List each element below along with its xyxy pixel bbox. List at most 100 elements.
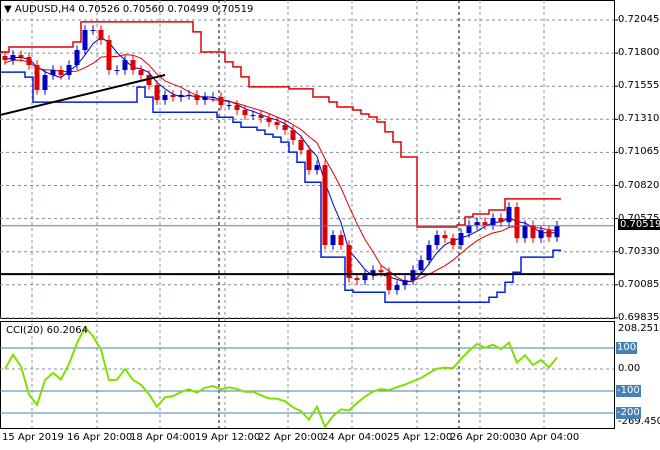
candle-body xyxy=(546,230,552,238)
candle-body xyxy=(210,96,216,98)
symbol-label: AUDUSD,H4 xyxy=(14,4,76,15)
candle-body xyxy=(258,115,264,119)
time-axis-label: 26 Apr 20:00 xyxy=(450,432,516,443)
time-axis-label: 22 Apr 20:00 xyxy=(258,432,324,443)
candle-body xyxy=(250,115,256,117)
candle-body xyxy=(418,260,424,271)
price-axis-label: 0.71555 xyxy=(618,80,660,92)
price-axis-label: 0.70085 xyxy=(618,278,660,290)
candle-body xyxy=(314,165,320,171)
candle-body xyxy=(498,218,504,223)
candle-body xyxy=(322,165,328,246)
candle-body xyxy=(426,245,432,261)
candle-body xyxy=(490,218,496,226)
candle-body xyxy=(274,122,280,126)
candle-body xyxy=(26,57,32,66)
candle-body xyxy=(354,278,360,281)
candle-body xyxy=(266,118,272,123)
candle-body xyxy=(154,84,160,101)
candle-body xyxy=(290,130,296,141)
candle-body xyxy=(58,70,64,76)
candle-body xyxy=(482,222,488,226)
time-axis-label: 30 Apr 04:00 xyxy=(514,432,580,443)
candle-body xyxy=(18,55,24,58)
dropdown-triangle-icon[interactable]: ▼ xyxy=(4,4,12,15)
candle-body xyxy=(218,96,224,106)
candle-body xyxy=(506,207,512,223)
candle-body xyxy=(130,60,136,71)
lower-channel-line xyxy=(1,71,561,303)
candle-body xyxy=(434,235,440,246)
candle-body xyxy=(138,70,144,76)
low-value: 0.70499 xyxy=(167,4,209,15)
candle-body xyxy=(170,94,176,97)
time-axis-label: 16 Apr 20:00 xyxy=(67,432,133,443)
candle-body xyxy=(178,94,184,97)
candle-body xyxy=(34,65,40,90)
cci-max-label: 208.2516 xyxy=(618,323,660,334)
candle-body xyxy=(234,105,240,111)
price-axis-label: 0.70820 xyxy=(618,179,660,191)
candle-body xyxy=(474,222,480,226)
open-value: 0.70526 xyxy=(78,4,120,15)
chart-window[interactable]: ▼ AUDUSD,H4 0.70526 0.70560 0.70499 0.70… xyxy=(0,0,660,450)
candle-body xyxy=(202,96,208,101)
candle-body xyxy=(298,140,304,151)
candle-body xyxy=(450,238,456,246)
candle-body xyxy=(98,29,104,40)
candle-body xyxy=(538,230,544,239)
candle-body xyxy=(122,60,128,71)
close-value: 0.70519 xyxy=(212,4,254,15)
candle-body xyxy=(10,55,16,61)
price-axis-label: 0.70330 xyxy=(618,245,660,257)
candle-body xyxy=(42,75,48,90)
cci-label: CCI(20) 60.2064 xyxy=(6,325,88,336)
cci-level-0: 0.00 xyxy=(618,363,641,374)
candle-body xyxy=(282,125,288,131)
candle-body xyxy=(522,225,528,239)
price-axis-label: 0.71800 xyxy=(618,47,660,59)
candle-body xyxy=(530,225,536,239)
time-axis-label: 19 Apr 12:00 xyxy=(195,432,261,443)
chart-header: ▼ AUDUSD,H4 0.70526 0.70560 0.70499 0.70… xyxy=(4,4,253,15)
candle-body xyxy=(362,275,368,281)
candle-body xyxy=(106,39,112,71)
candle-body xyxy=(226,105,232,107)
candle-body xyxy=(194,94,200,101)
candle-body xyxy=(402,280,408,286)
time-axis-label: 15 Apr 2019 xyxy=(2,432,64,443)
candle-body xyxy=(514,207,520,239)
candle-body xyxy=(2,56,8,61)
candle-body xyxy=(114,70,120,72)
price-axis-label: 0.72045 xyxy=(618,14,660,25)
cci-line xyxy=(4,325,558,429)
candle-body xyxy=(378,270,384,273)
candle-body xyxy=(442,235,448,239)
time-axis-label: 18 Apr 04:00 xyxy=(130,432,196,443)
time-axis-label: 25 Apr 12:00 xyxy=(387,432,453,443)
candle-body xyxy=(242,110,248,116)
candle-body xyxy=(306,150,312,171)
candle-body xyxy=(90,29,96,31)
candle-body xyxy=(338,235,344,246)
candle-body xyxy=(162,94,168,101)
candle-body xyxy=(50,70,56,76)
candle-body xyxy=(330,235,336,246)
time-axis-label: 24 Apr 04:00 xyxy=(322,432,388,443)
cci-level-minus100: -100 xyxy=(616,385,641,397)
candle-body xyxy=(394,285,400,291)
high-value: 0.70560 xyxy=(122,4,165,15)
candle-body xyxy=(74,50,80,66)
trend-line xyxy=(0,74,166,116)
cci-panel-frame xyxy=(0,321,615,429)
price-axis-label: 0.69835 xyxy=(618,311,660,323)
current-price-label: 0.70519 xyxy=(618,219,660,230)
price-axis-label: 0.71065 xyxy=(618,146,660,158)
candle-body xyxy=(66,65,72,76)
candle-body xyxy=(346,245,352,279)
chart-canvas[interactable] xyxy=(0,0,660,450)
price-axis-label: 0.71310 xyxy=(618,113,660,125)
fast-ma-line xyxy=(4,36,558,283)
cci-level-100: 100 xyxy=(616,342,638,354)
candle-body xyxy=(82,29,88,51)
